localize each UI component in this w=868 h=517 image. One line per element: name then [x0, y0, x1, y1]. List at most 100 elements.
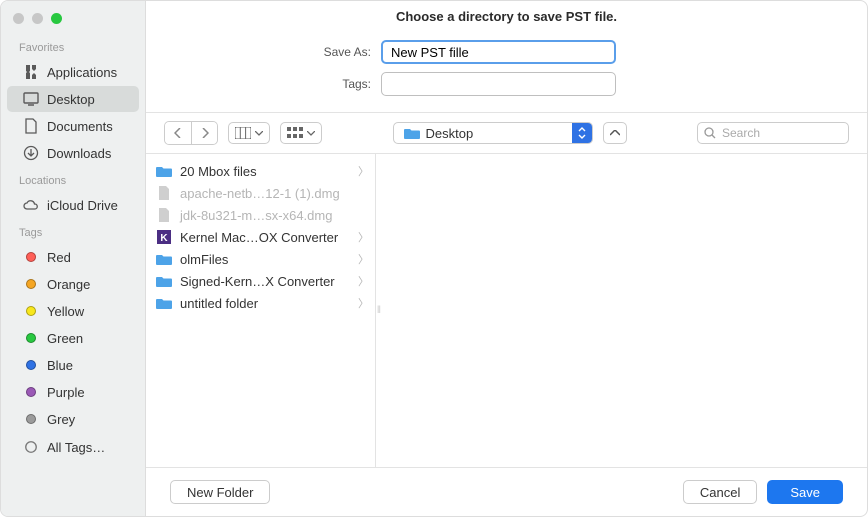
column-view: 20 Mbox files 〉 apache-netb…12-1 (1).dmg jd…: [146, 154, 867, 468]
sidebar-item-label: Purple: [47, 385, 85, 400]
app-icon: K: [156, 229, 172, 245]
chevron-right-icon: 〉: [358, 295, 369, 311]
sidebar-item-applications[interactable]: Applications: [7, 59, 139, 85]
tags-label: Tags:: [146, 77, 381, 91]
sidebar-item-all-tags[interactable]: All Tags…: [7, 434, 139, 460]
svg-text:K: K: [160, 233, 168, 244]
grid-icon: [287, 127, 303, 139]
file-label: untitled folder: [180, 296, 258, 311]
forward-button[interactable]: [191, 122, 217, 144]
save-button[interactable]: Save: [767, 480, 843, 504]
file-label: apache-netb…12-1 (1).dmg: [180, 186, 340, 201]
sidebar-item-label: Blue: [47, 358, 73, 373]
sidebar-item-icloud-drive[interactable]: iCloud Drive: [7, 192, 139, 218]
folder-icon: [156, 273, 172, 289]
tag-dot-icon: [23, 411, 39, 427]
file-column-empty[interactable]: [382, 154, 867, 467]
chevron-right-icon: 〉: [358, 163, 369, 179]
doc-icon: [23, 118, 39, 134]
desktop-icon: [23, 91, 39, 107]
titlebar: Choose a directory to save PST file.: [146, 1, 867, 28]
sidebar-item-downloads[interactable]: Downloads: [7, 140, 139, 166]
file-label: olmFiles: [180, 252, 228, 267]
sidebar-item-label: Grey: [47, 412, 75, 427]
sidebar-item-label: Desktop: [47, 92, 95, 107]
cancel-button[interactable]: Cancel: [683, 480, 757, 504]
sidebar-item-label: Documents: [47, 119, 113, 134]
sidebar-tag-blue[interactable]: Blue: [7, 352, 139, 378]
chevron-right-icon: 〉: [358, 273, 369, 289]
nav-group: [164, 121, 218, 145]
sidebar-item-label: Downloads: [47, 146, 111, 161]
folder-icon: [404, 127, 420, 139]
tag-dot-icon: [23, 330, 39, 346]
file-label: Signed-Kern…X Converter: [180, 274, 335, 289]
doc-icon: [156, 185, 172, 201]
form-section: Save As: Tags:: [146, 28, 867, 113]
sidebar-tag-red[interactable]: Red: [7, 244, 139, 270]
sidebar-item-label: Red: [47, 250, 71, 265]
sidebar-item-label: iCloud Drive: [47, 198, 118, 213]
tag-dot-icon: [23, 384, 39, 400]
search-field[interactable]: [697, 122, 849, 144]
sidebar-item-label: All Tags…: [47, 440, 105, 455]
file-row[interactable]: untitled folder 〉: [146, 292, 375, 314]
file-row[interactable]: 20 Mbox files 〉: [146, 160, 375, 182]
folder-icon: [156, 251, 172, 267]
cloud-icon: [23, 197, 39, 213]
folder-icon: [156, 163, 172, 179]
sidebar-section-locations: Locations: [1, 167, 145, 191]
sidebar-tag-orange[interactable]: Orange: [7, 271, 139, 297]
file-row: jdk-8u321-m…sx-x64.dmg: [146, 204, 375, 226]
chevron-right-icon: 〉: [358, 251, 369, 267]
zoom-window-icon[interactable]: [51, 13, 62, 24]
file-row[interactable]: olmFiles 〉: [146, 248, 375, 270]
download-icon: [23, 145, 39, 161]
sidebar-item-desktop[interactable]: Desktop: [7, 86, 139, 112]
location-dropdown-icon: [572, 123, 592, 143]
new-folder-button[interactable]: New Folder: [170, 480, 270, 504]
sidebar: Favorites Applications Desktop Documents Do…: [1, 1, 146, 516]
sidebar-tag-yellow[interactable]: Yellow: [7, 298, 139, 324]
all-tags-icon: [23, 439, 39, 455]
search-input[interactable]: [722, 126, 842, 140]
tags-input[interactable]: [381, 72, 616, 96]
tag-dot-icon: [23, 249, 39, 265]
sidebar-tag-purple[interactable]: Purple: [7, 379, 139, 405]
sidebar-section-tags: Tags: [1, 219, 145, 243]
main-panel: Choose a directory to save PST file. Sav…: [146, 1, 867, 516]
file-label: 20 Mbox files: [180, 164, 257, 179]
chevron-right-icon: 〉: [358, 229, 369, 245]
close-window-icon[interactable]: [13, 13, 24, 24]
columns-icon: [235, 127, 251, 139]
group-by-button[interactable]: [280, 122, 322, 144]
sidebar-section-favorites: Favorites: [1, 34, 145, 58]
tag-dot-icon: [23, 276, 39, 292]
tag-dot-icon: [23, 303, 39, 319]
minimize-window-icon[interactable]: [32, 13, 43, 24]
view-mode-button[interactable]: [228, 122, 270, 144]
location-label: Desktop: [426, 126, 474, 141]
file-row: apache-netb…12-1 (1).dmg: [146, 182, 375, 204]
save-as-input[interactable]: [381, 40, 616, 64]
sidebar-tag-green[interactable]: Green: [7, 325, 139, 351]
sidebar-item-label: Yellow: [47, 304, 84, 319]
sidebar-item-label: Green: [47, 331, 83, 346]
back-button[interactable]: [165, 122, 191, 144]
location-popup[interactable]: Desktop: [393, 122, 593, 144]
sidebar-tag-grey[interactable]: Grey: [7, 406, 139, 432]
footer: New Folder Cancel Save: [146, 468, 867, 516]
file-row[interactable]: K Kernel Mac…OX Converter 〉: [146, 226, 375, 248]
doc-icon: [156, 207, 172, 223]
file-row[interactable]: Signed-Kern…X Converter 〉: [146, 270, 375, 292]
sidebar-item-documents[interactable]: Documents: [7, 113, 139, 139]
file-column[interactable]: 20 Mbox files 〉 apache-netb…12-1 (1).dmg jd…: [146, 154, 376, 467]
file-label: Kernel Mac…OX Converter: [180, 230, 338, 245]
toolbar: Desktop: [146, 113, 867, 154]
file-label: jdk-8u321-m…sx-x64.dmg: [180, 208, 332, 223]
save-as-label: Save As:: [146, 45, 381, 59]
search-icon: [704, 127, 716, 139]
chevron-down-icon: [307, 131, 315, 136]
collapse-button[interactable]: [603, 122, 627, 144]
sidebar-item-label: Applications: [47, 65, 117, 80]
